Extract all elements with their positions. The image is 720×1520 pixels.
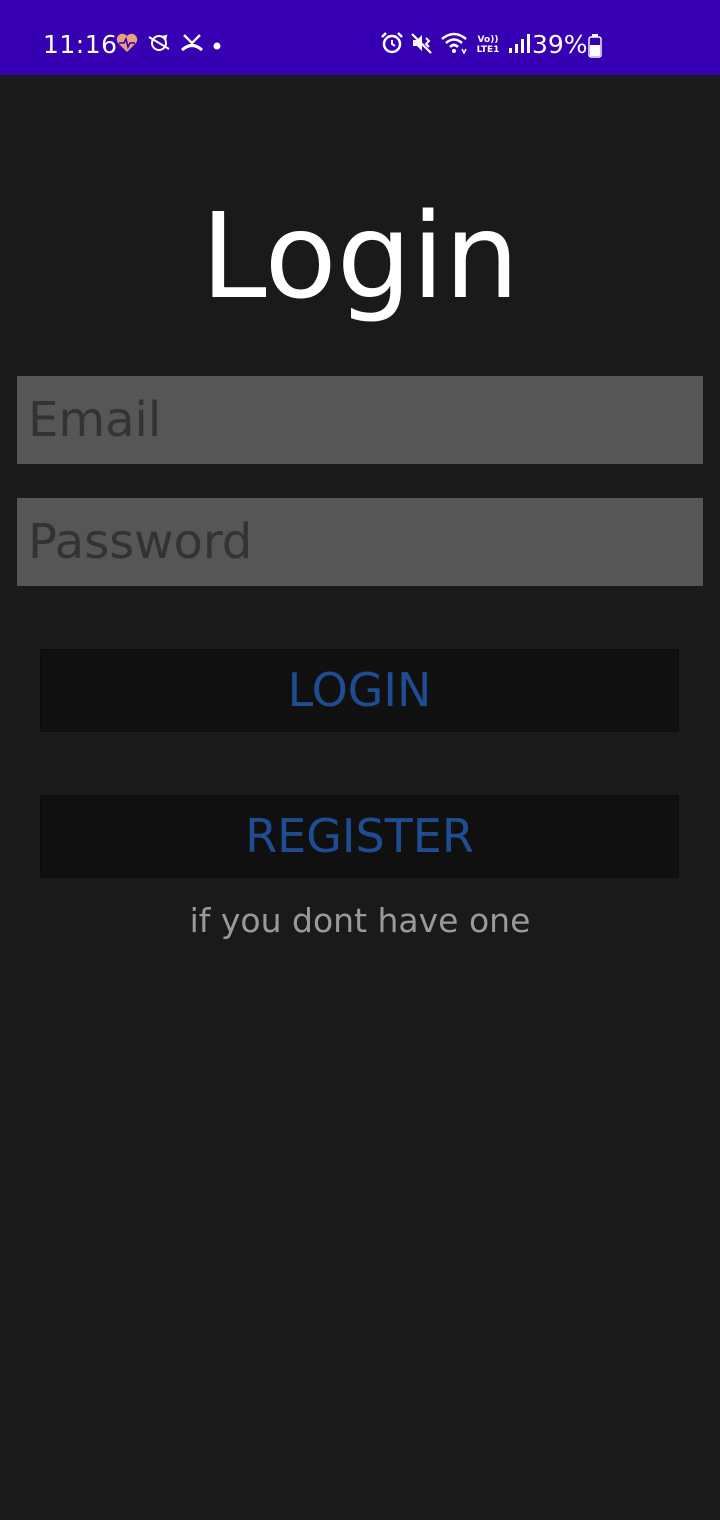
- wifi-icon: [440, 31, 468, 59]
- status-time: 11:16: [43, 30, 118, 59]
- signal-icon: [508, 32, 530, 58]
- sync-icon: [146, 32, 172, 58]
- heart-rate-icon: [116, 33, 138, 57]
- status-right-icons: Vo)) LTE1: [380, 30, 530, 60]
- login-screen: Login LOGIN REGISTER if you dont have on…: [0, 75, 720, 1520]
- page-title: Login: [200, 187, 520, 325]
- register-hint: if you dont have one: [189, 901, 531, 940]
- register-button[interactable]: REGISTER: [40, 795, 679, 878]
- email-field[interactable]: [17, 376, 703, 464]
- status-left-icons: [116, 30, 222, 60]
- password-field[interactable]: [17, 498, 703, 586]
- mute-vibrate-icon: [410, 31, 434, 59]
- battery-icon: [588, 34, 602, 58]
- battery-percent: 39%: [532, 30, 588, 59]
- missed-call-icon: [180, 32, 204, 58]
- status-bar: 11:16 Vo)) LTE1 39%: [0, 0, 720, 75]
- login-button[interactable]: LOGIN: [40, 649, 679, 732]
- dot-icon: [212, 36, 222, 55]
- volte-lte-icon: Vo)) LTE1: [476, 35, 500, 55]
- alarm-icon: [380, 31, 404, 59]
